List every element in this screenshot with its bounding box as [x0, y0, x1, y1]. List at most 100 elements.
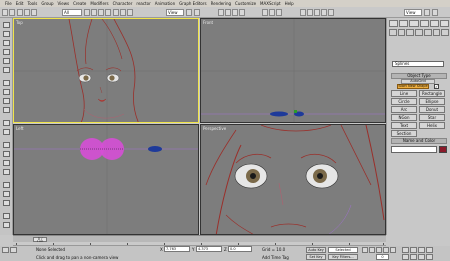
- rectangular-selection-icon[interactable]: [98, 9, 104, 16]
- tab-motion[interactable]: [419, 20, 429, 27]
- viewport-label-front[interactable]: Front: [203, 20, 213, 25]
- render-production-icon[interactable]: [424, 9, 430, 16]
- tab-modify[interactable]: [399, 20, 409, 27]
- align-icon[interactable]: [269, 9, 275, 16]
- go-to-start-icon[interactable]: [362, 247, 368, 253]
- percent-snap-icon[interactable]: [232, 9, 238, 16]
- bend-modifier-icon[interactable]: [3, 142, 10, 148]
- menu-graph-editors[interactable]: Graph Editors: [177, 1, 208, 6]
- menu-reactor[interactable]: reactor: [134, 1, 152, 6]
- create-cylinder-icon[interactable]: [3, 40, 10, 46]
- viewport-left[interactable]: Left: [13, 124, 199, 235]
- line-button[interactable]: Line: [391, 90, 417, 97]
- menu-rendering[interactable]: Rendering: [209, 1, 233, 6]
- menu-tools[interactable]: Tools: [25, 1, 39, 6]
- viewport-label-top[interactable]: Top: [16, 20, 23, 25]
- twist-modifier-icon[interactable]: [3, 160, 10, 166]
- viewport-front[interactable]: Front: [200, 18, 386, 123]
- create-arc-icon[interactable]: [3, 98, 10, 104]
- material-icon[interactable]: [3, 213, 10, 219]
- material-editor-icon[interactable]: [314, 9, 320, 16]
- systems-icon[interactable]: [441, 29, 450, 36]
- angle-snap-icon[interactable]: [225, 9, 231, 16]
- geometry-icon[interactable]: [389, 29, 397, 36]
- helix-button[interactable]: Helix: [419, 122, 445, 129]
- lock-selection-icon[interactable]: [10, 247, 17, 253]
- ngon-button[interactable]: NGon: [391, 114, 417, 121]
- redo-icon[interactable]: [9, 9, 15, 16]
- unlink-icon[interactable]: [24, 9, 30, 16]
- edit-mesh-icon[interactable]: [3, 182, 10, 188]
- previous-frame-icon[interactable]: [369, 247, 375, 253]
- star-button[interactable]: Star: [419, 114, 445, 121]
- zoom-extents-all-icon[interactable]: [426, 247, 433, 253]
- arc-rotate-icon[interactable]: [418, 254, 425, 260]
- spacewarps-icon[interactable]: [432, 29, 441, 36]
- create-line-icon[interactable]: [3, 80, 10, 86]
- zoom-icon[interactable]: [402, 247, 409, 253]
- menu-group[interactable]: Group: [39, 1, 55, 6]
- cameras-icon[interactable]: [415, 29, 423, 36]
- menu-help[interactable]: Help: [283, 1, 296, 6]
- viewport-label-left[interactable]: Left: [16, 126, 24, 131]
- create-camera-icon[interactable]: [3, 129, 10, 135]
- category-dropdown[interactable]: Splines: [392, 61, 444, 67]
- helpers-icon[interactable]: [423, 29, 432, 36]
- link-icon[interactable]: [17, 9, 23, 16]
- reference-coordinate-dropdown[interactable]: View: [166, 9, 184, 16]
- zoom-all-icon[interactable]: [410, 247, 417, 253]
- menu-character[interactable]: Character: [111, 1, 135, 6]
- text-button[interactable]: Text: [391, 122, 417, 129]
- zoom-extents-icon[interactable]: [418, 247, 425, 253]
- menu-maxscript[interactable]: MAXScript: [258, 1, 283, 6]
- play-icon[interactable]: [376, 247, 382, 253]
- menu-modifiers[interactable]: Modifiers: [88, 1, 110, 6]
- menu-edit[interactable]: Edit: [14, 1, 26, 6]
- edit-poly-icon[interactable]: [3, 191, 10, 197]
- snaps-toggle-icon[interactable]: [218, 9, 224, 16]
- tab-hierarchy[interactable]: [409, 20, 419, 27]
- select-by-name-icon[interactable]: [91, 9, 97, 16]
- x-coordinate-field[interactable]: 7.763: [164, 246, 190, 252]
- select-manipulate-icon[interactable]: [194, 9, 200, 16]
- meshsmooth-icon[interactable]: [3, 200, 10, 206]
- circle-button[interactable]: Circle: [391, 98, 417, 105]
- create-sphere-icon[interactable]: [3, 31, 10, 37]
- rectangle-button[interactable]: Rectangle: [419, 90, 445, 97]
- go-to-end-icon[interactable]: [390, 247, 396, 253]
- object-name-field[interactable]: [391, 146, 437, 153]
- donut-button[interactable]: Donut: [419, 106, 445, 113]
- z-coordinate-field[interactable]: 0.0: [228, 246, 252, 252]
- pan-icon[interactable]: [410, 254, 417, 260]
- create-circle-icon[interactable]: [3, 89, 10, 95]
- create-cone-icon[interactable]: [3, 58, 10, 64]
- create-plane-icon[interactable]: [3, 67, 10, 73]
- quick-render-icon[interactable]: [328, 9, 334, 16]
- name-and-color-rollout[interactable]: Name and Color: [391, 138, 447, 144]
- maximize-viewport-icon[interactable]: [426, 254, 433, 260]
- object-color-swatch[interactable]: [439, 146, 447, 153]
- lights-icon[interactable]: [406, 29, 415, 36]
- window-crossing-icon[interactable]: [105, 9, 111, 16]
- tab-create[interactable]: [389, 20, 399, 27]
- create-torus-icon[interactable]: [3, 49, 10, 55]
- tab-display[interactable]: [429, 20, 439, 27]
- bind-spacewarp-icon[interactable]: [31, 9, 37, 16]
- create-box-icon[interactable]: [3, 22, 10, 28]
- selection-filter-dropdown[interactable]: All: [62, 9, 82, 16]
- key-filters-button[interactable]: Key Filters...: [328, 254, 358, 260]
- menu-customize[interactable]: Customize: [233, 1, 258, 6]
- noise-modifier-icon[interactable]: [3, 169, 10, 175]
- start-new-shape-toggle[interactable]: Start New Shape: [397, 84, 429, 89]
- select-rotate-icon[interactable]: [120, 9, 126, 16]
- ellipse-button[interactable]: Ellipse: [419, 98, 445, 105]
- undo-icon[interactable]: [2, 9, 8, 16]
- select-object-icon[interactable]: [84, 9, 90, 16]
- viewport-top[interactable]: Top: [13, 18, 199, 123]
- taper-modifier-icon[interactable]: [3, 151, 10, 157]
- layer-manager-icon[interactable]: [276, 9, 282, 16]
- add-time-tag-label[interactable]: Add Time Tag: [262, 255, 289, 260]
- create-light-icon[interactable]: [3, 120, 10, 126]
- current-frame-field[interactable]: 0: [376, 254, 389, 260]
- spinner-snap-icon[interactable]: [239, 9, 245, 16]
